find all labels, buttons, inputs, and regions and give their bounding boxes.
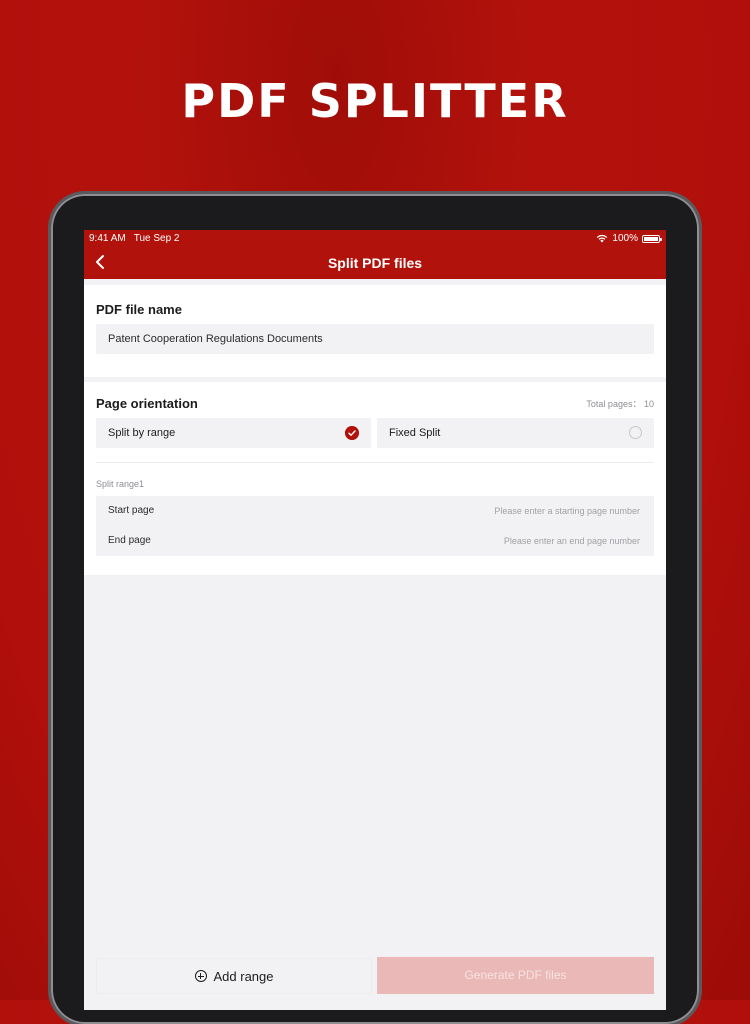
total-pages-count: 10 (643, 399, 654, 409)
promo-title: PDF SPLITTER (181, 74, 569, 128)
total-pages: Total pages： 10 (586, 397, 654, 410)
battery-icon (642, 234, 662, 243)
start-page-label: Start page (108, 505, 155, 516)
app-header: 9:41 AM Tue Sep 2 100% Split PDF files (84, 230, 666, 279)
option-label: Fixed Split (389, 427, 441, 439)
plus-circle-icon (194, 970, 207, 982)
status-date: Tue Sep 2 (133, 233, 180, 244)
checkmark-selected-icon (345, 426, 359, 440)
split-range-label: Split range1 (96, 479, 145, 489)
option-split-by-range[interactable]: Split by range (96, 418, 371, 448)
battery-percent: 100% (612, 233, 638, 244)
start-page-input[interactable]: Please enter a starting page number (494, 496, 640, 526)
add-range-label: Add range (213, 968, 274, 984)
divider (96, 462, 654, 463)
orientation-card: Page orientation Total pages： 10 Split b… (84, 382, 666, 575)
wifi-icon (597, 234, 608, 243)
split-range-fields: Start page Please enter a starting page … (96, 496, 654, 556)
status-time: 9:41 AM (89, 233, 126, 244)
orientation-label: Page orientation (96, 396, 198, 411)
option-fixed-split[interactable]: Fixed Split (377, 418, 654, 448)
file-name-card: PDF file name Patent Cooperation Regulat… (84, 285, 666, 377)
app-screen: 9:41 AM Tue Sep 2 100% Split PDF files PD… (84, 230, 666, 1010)
add-range-button[interactable]: Add range (96, 958, 372, 994)
radio-unselected-icon (629, 426, 642, 439)
status-bar-left: 9:41 AM Tue Sep 2 (89, 233, 187, 244)
bottom-action-bar: Add range Generate PDF files (96, 957, 654, 994)
start-page-row[interactable]: Start page Please enter a starting page … (96, 496, 654, 526)
end-page-input[interactable]: Please enter an end page number (504, 526, 640, 556)
end-page-row[interactable]: End page Please enter an end page number (96, 526, 654, 556)
status-bar-right: 100% (596, 233, 662, 244)
end-page-label: End page (108, 535, 151, 546)
page-title: Split PDF files (327, 255, 423, 271)
file-name-field[interactable]: Patent Cooperation Regulations Documents (96, 324, 654, 354)
file-name-label: PDF file name (96, 302, 182, 317)
total-pages-label: Total pages： (586, 399, 642, 409)
generate-pdf-button[interactable]: Generate PDF files (377, 957, 654, 994)
option-label: Split by range (108, 427, 176, 439)
